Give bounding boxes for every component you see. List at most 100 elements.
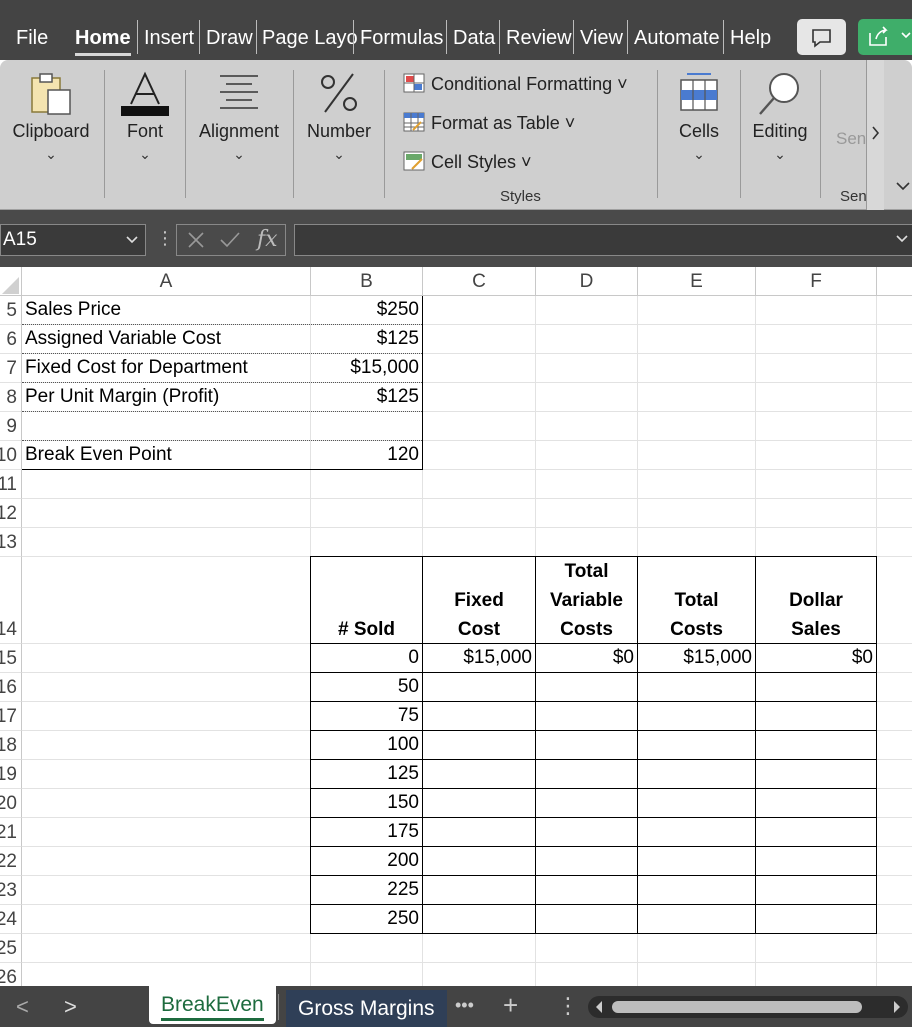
row-header[interactable]: 13 bbox=[0, 528, 22, 557]
sold-cell[interactable]: 250 bbox=[311, 905, 422, 933]
header-sold[interactable]: # Sold bbox=[311, 615, 422, 644]
dollar-sales-cell[interactable]: $0 bbox=[756, 644, 876, 672]
row-header[interactable]: 24 bbox=[0, 905, 22, 934]
row-header[interactable]: 25 bbox=[0, 934, 22, 963]
column-header-a[interactable]: A bbox=[22, 267, 311, 296]
row-header[interactable]: 15 bbox=[0, 644, 22, 673]
column-header-c[interactable]: C bbox=[423, 267, 536, 296]
header-dollar-line2[interactable]: Sales bbox=[756, 615, 876, 644]
sold-cell[interactable]: 225 bbox=[311, 876, 422, 904]
row-header[interactable]: 26 bbox=[0, 963, 22, 986]
fixed-cost-label[interactable]: Fixed Cost for Department bbox=[22, 354, 310, 382]
conditional-formatting-button[interactable]: Conditional Formatting ˅ bbox=[403, 73, 628, 95]
header-fixed-line1[interactable]: Fixed bbox=[423, 586, 535, 615]
scroll-left-icon[interactable] bbox=[594, 999, 604, 1018]
total-costs-cell[interactable]: $15,000 bbox=[638, 644, 755, 672]
sheet-tab-gross-margins[interactable]: Gross Margins bbox=[286, 990, 447, 1027]
insert-function-icon[interactable]: fx bbox=[257, 225, 278, 255]
tab-view[interactable]: View bbox=[580, 26, 623, 50]
collapse-ribbon-button[interactable] bbox=[895, 176, 911, 197]
scroll-right-icon[interactable] bbox=[892, 999, 902, 1018]
row-header[interactable]: 20 bbox=[0, 789, 22, 818]
row-header[interactable]: 14 bbox=[0, 557, 22, 644]
sold-cell[interactable]: 100 bbox=[311, 731, 422, 759]
more-sheets-button[interactable]: ••• bbox=[455, 995, 474, 1016]
cells-group[interactable]: Cells ⌄ bbox=[660, 60, 738, 200]
sold-cell[interactable]: 0 bbox=[311, 644, 422, 672]
ribbon-scroll-button[interactable] bbox=[866, 60, 884, 210]
variable-cost-value[interactable]: $125 bbox=[311, 325, 422, 353]
name-box[interactable]: A15 bbox=[0, 224, 146, 256]
header-fixed-line2[interactable]: Cost bbox=[423, 615, 535, 644]
formula-input[interactable] bbox=[294, 224, 912, 256]
clipboard-group[interactable]: Clipboard ⌄ bbox=[0, 60, 102, 200]
break-even-label[interactable]: Break Even Point bbox=[22, 441, 310, 469]
tab-home[interactable]: Home bbox=[75, 26, 131, 56]
cancel-icon[interactable] bbox=[181, 225, 211, 255]
tab-draw[interactable]: Draw bbox=[206, 26, 253, 50]
margin-label[interactable]: Per Unit Margin (Profit) bbox=[22, 383, 310, 411]
sensitivity-button[interactable]: Sen bbox=[836, 129, 866, 149]
sheet-tab-breakeven[interactable]: BreakEven bbox=[149, 986, 276, 1024]
column-header-f[interactable]: F bbox=[756, 267, 877, 296]
sold-cell[interactable]: 150 bbox=[311, 789, 422, 817]
row-header[interactable]: 23 bbox=[0, 876, 22, 905]
select-all-button[interactable] bbox=[0, 267, 22, 296]
row-header[interactable]: 11 bbox=[0, 470, 22, 499]
next-sheet-button[interactable]: > bbox=[64, 994, 77, 1020]
cell-styles-button[interactable]: Cell Styles ˅ bbox=[403, 151, 532, 173]
alignment-group[interactable]: Alignment ⌄ bbox=[188, 60, 290, 200]
sold-cell[interactable]: 50 bbox=[311, 673, 422, 701]
row-header[interactable]: 12 bbox=[0, 499, 22, 528]
previous-sheet-button[interactable]: < bbox=[16, 994, 29, 1020]
row-header[interactable]: 22 bbox=[0, 847, 22, 876]
tab-review[interactable]: Review bbox=[506, 26, 572, 50]
margin-value[interactable]: $125 bbox=[311, 383, 422, 411]
row-header[interactable]: 21 bbox=[0, 818, 22, 847]
tab-options-button[interactable]: ⋮ bbox=[557, 993, 579, 1019]
row-header[interactable]: 18 bbox=[0, 731, 22, 760]
tab-page-layout[interactable]: Page Layo bbox=[262, 26, 358, 50]
fixed-cost-value[interactable]: $15,000 bbox=[311, 354, 422, 382]
sold-cell[interactable]: 200 bbox=[311, 847, 422, 875]
font-group[interactable]: Font ⌄ bbox=[106, 60, 184, 200]
header-total-line1[interactable]: Total bbox=[638, 586, 755, 615]
more-options-icon[interactable]: ⋮ bbox=[156, 228, 174, 249]
fixed-cost-cell[interactable]: $15,000 bbox=[423, 644, 535, 672]
row-header[interactable]: 6 bbox=[0, 325, 22, 354]
header-dollar-line1[interactable]: Dollar bbox=[756, 586, 876, 615]
row-header[interactable]: 8 bbox=[0, 383, 22, 412]
header-variable-line3[interactable]: Costs bbox=[536, 615, 637, 644]
enter-icon[interactable] bbox=[215, 225, 245, 255]
share-button[interactable] bbox=[858, 19, 912, 55]
header-total-line2[interactable]: Costs bbox=[638, 615, 755, 644]
sales-price-value[interactable]: $250 bbox=[311, 296, 422, 324]
format-as-table-button[interactable]: Format as Table ˅ bbox=[403, 112, 575, 134]
add-sheet-button[interactable]: + bbox=[503, 990, 518, 1021]
tab-automate[interactable]: Automate bbox=[634, 26, 720, 50]
sold-cell[interactable]: 175 bbox=[311, 818, 422, 846]
variable-cost-label[interactable]: Assigned Variable Cost bbox=[22, 325, 310, 353]
row-header[interactable]: 17 bbox=[0, 702, 22, 731]
column-header-e[interactable]: E bbox=[638, 267, 756, 296]
tab-file[interactable]: File bbox=[16, 26, 48, 50]
column-header-d[interactable]: D bbox=[536, 267, 638, 296]
row-header[interactable]: 19 bbox=[0, 760, 22, 789]
editing-group[interactable]: Editing ⌄ bbox=[743, 60, 817, 200]
tab-insert[interactable]: Insert bbox=[144, 26, 194, 50]
number-group[interactable]: Number ⌄ bbox=[296, 60, 382, 200]
row-header[interactable]: 9 bbox=[0, 412, 22, 441]
sold-cell[interactable]: 125 bbox=[311, 760, 422, 788]
tab-formulas[interactable]: Formulas bbox=[360, 26, 443, 50]
row-header[interactable]: 16 bbox=[0, 673, 22, 702]
tab-help[interactable]: Help bbox=[730, 26, 771, 50]
row-header[interactable]: 5 bbox=[0, 296, 22, 325]
sold-cell[interactable]: 75 bbox=[311, 702, 422, 730]
scrollbar-thumb[interactable] bbox=[612, 1001, 862, 1013]
tab-data[interactable]: Data bbox=[453, 26, 495, 50]
variable-costs-cell[interactable]: $0 bbox=[536, 644, 637, 672]
row-header[interactable]: 7 bbox=[0, 354, 22, 383]
sales-price-label[interactable]: Sales Price bbox=[22, 296, 310, 324]
break-even-value[interactable]: 120 bbox=[311, 441, 422, 469]
header-variable-line1[interactable]: Total bbox=[536, 557, 637, 586]
